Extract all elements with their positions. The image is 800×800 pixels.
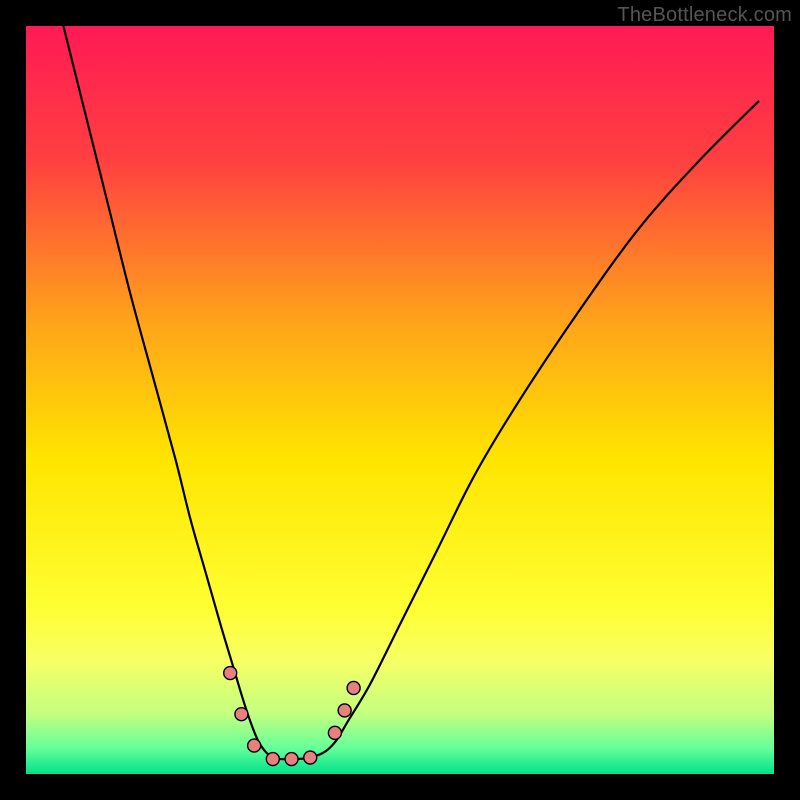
curve-marker — [266, 753, 279, 766]
curve-marker — [224, 667, 237, 680]
gradient-background — [26, 26, 774, 774]
curve-marker — [347, 681, 360, 694]
curve-marker — [338, 704, 351, 717]
curve-marker — [328, 726, 341, 739]
watermark-text: TheBottleneck.com — [617, 4, 792, 27]
curve-marker — [248, 739, 261, 752]
chart-canvas — [26, 26, 774, 774]
curve-marker — [285, 753, 298, 766]
curve-marker — [304, 751, 317, 764]
chart-frame — [26, 26, 774, 774]
curve-marker — [235, 708, 248, 721]
